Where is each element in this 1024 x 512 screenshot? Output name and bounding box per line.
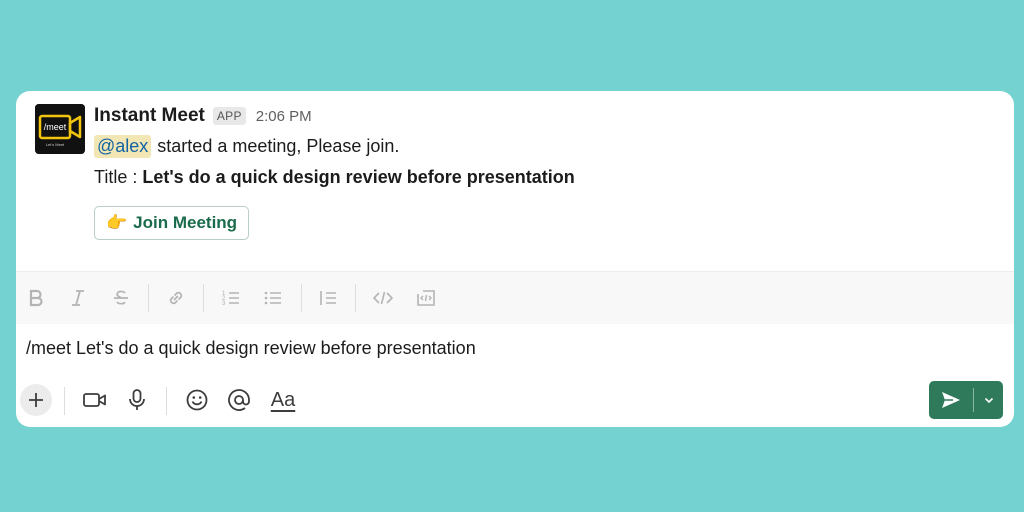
microphone-icon[interactable] [122, 385, 152, 415]
app-avatar[interactable]: /meet Let's Meet [35, 104, 85, 154]
toolbar-divider [355, 284, 356, 312]
join-meeting-button[interactable]: 👉 Join Meeting [94, 206, 250, 240]
code-icon[interactable] [370, 285, 396, 311]
toolbar-divider [148, 284, 149, 312]
pointing-hand-icon: 👉 [106, 213, 128, 232]
message-header: Instant Meet APP 2:06 PM [94, 104, 312, 128]
meet-logo-icon: /meet Let's Meet [35, 104, 85, 154]
ordered-list-icon[interactable]: 123 [218, 285, 244, 311]
composer-actions: Aa [16, 381, 1014, 427]
sender-name[interactable]: Instant Meet [94, 105, 205, 127]
join-meeting-label: Join Meeting [133, 213, 238, 232]
emoji-icon[interactable] [182, 385, 212, 415]
toolbar-divider [203, 284, 204, 312]
message-body: @alex started a meeting, Please join. [94, 132, 399, 160]
title-label: Title : [94, 166, 138, 187]
italic-icon[interactable] [65, 285, 91, 311]
user-mention[interactable]: @alex [94, 134, 152, 158]
bold-icon[interactable] [23, 285, 49, 311]
code-block-icon[interactable] [413, 285, 439, 311]
link-icon[interactable] [163, 285, 189, 311]
mention-icon[interactable] [224, 385, 254, 415]
chevron-down-icon[interactable] [974, 381, 1003, 419]
send-button-group [929, 381, 1003, 419]
action-divider [166, 387, 167, 415]
send-icon[interactable] [929, 381, 973, 419]
meeting-title: Let's do a quick design review before pr… [142, 166, 575, 187]
blockquote-icon[interactable] [315, 285, 341, 311]
toolbar-divider [301, 284, 302, 312]
format-text-icon[interactable]: Aa [266, 385, 300, 415]
message-timestamp[interactable]: 2:06 PM [256, 108, 312, 125]
svg-text:/meet: /meet [44, 122, 67, 132]
svg-text:Let's Meet: Let's Meet [46, 142, 65, 147]
bulleted-list-icon[interactable] [260, 285, 286, 311]
video-icon[interactable] [80, 385, 110, 415]
meeting-title-line: Title : Let's do a quick design review b… [94, 164, 575, 190]
svg-text:3: 3 [222, 301, 226, 307]
action-divider [64, 387, 65, 415]
formatting-toolbar: 123 [16, 271, 1014, 324]
message-input[interactable]: /meet Let's do a quick design review bef… [26, 338, 476, 359]
plus-icon[interactable] [20, 384, 52, 416]
app-badge: APP [212, 107, 246, 125]
message-text: started a meeting, Please join. [157, 135, 400, 156]
message-card: /meet Let's Meet Instant Meet APP 2:06 P… [16, 91, 1014, 427]
strikethrough-icon[interactable] [108, 285, 134, 311]
